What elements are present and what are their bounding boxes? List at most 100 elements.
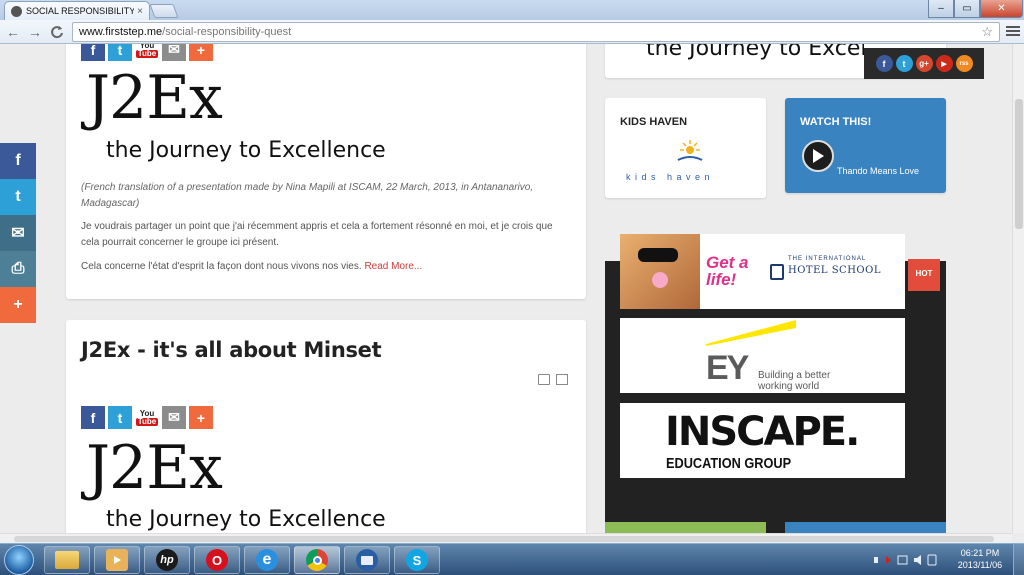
new-tab-button[interactable]	[149, 4, 179, 18]
taskbar-thunderbird[interactable]	[344, 546, 390, 574]
watch-this-title: WATCH THIS!	[800, 116, 872, 128]
address-bar[interactable]: www.firststep.me/social-responsibility-q…	[72, 22, 1000, 42]
taskbar-chrome[interactable]	[294, 546, 340, 574]
ad-photo	[620, 234, 700, 309]
twitter-icon[interactable]: t	[895, 55, 913, 72]
email-icon[interactable]: ✉	[162, 44, 186, 61]
horizontal-scroll-thumb[interactable]	[14, 536, 994, 542]
ey-tagline: Building a better working world	[758, 370, 831, 392]
reload-icon	[51, 26, 63, 39]
thunderbird-icon	[356, 549, 378, 571]
maximize-button[interactable]: ▭	[954, 0, 980, 18]
taskbar-media-player[interactable]	[94, 546, 140, 574]
site-favicon-icon	[11, 5, 22, 17]
horizontal-scrollbar[interactable]	[0, 533, 1012, 543]
print-icon[interactable]	[538, 374, 550, 385]
facebook-icon[interactable]: f	[81, 44, 105, 61]
vertical-scrollbar[interactable]	[1012, 44, 1024, 533]
j2ex-logo-subtitle: the Journey to Excellence	[106, 138, 386, 163]
browser-tab[interactable]: SOCIAL RESPONSIBILITY Q ×	[4, 1, 150, 20]
facebook-icon[interactable]: f	[81, 406, 105, 429]
post1-paragraph-2: Cela concerne l'état d'esprit la façon d…	[81, 261, 423, 272]
opera-icon: O	[206, 549, 228, 571]
play-icon	[813, 149, 824, 163]
media-player-icon	[106, 549, 128, 571]
system-clock[interactable]: 06:21 PM 2013/11/06	[952, 547, 1008, 571]
social-strip: f t g+ ▶ rss	[864, 48, 984, 79]
j2ex-logo-subtitle: the Journey to Excellence	[106, 507, 386, 532]
email-icon[interactable]: ✉	[0, 215, 36, 251]
close-window-button[interactable]: ✕	[980, 0, 1023, 18]
youtube-icon[interactable]: You Tube	[135, 406, 159, 429]
clock-time: 06:21 PM	[960, 548, 1000, 558]
tab-close-icon[interactable]: ×	[137, 6, 143, 17]
browser-toolbar: ← → www.firststep.me/social-responsibili…	[0, 20, 1024, 44]
email-icon[interactable]: ✉	[162, 406, 186, 429]
ad-hotel-school[interactable]: Get a life! THE INTERNATIONAL HOTEL SCHO…	[620, 234, 905, 309]
google-plus-icon[interactable]: g+	[915, 55, 933, 72]
youtube-icon[interactable]: You Tube	[135, 44, 159, 61]
sun-logo-icon	[677, 140, 703, 161]
post1-paragraph-1: Je voudrais partager un point que j'ai r…	[81, 221, 553, 248]
plus-icon[interactable]: +	[0, 287, 36, 323]
facebook-icon[interactable]: f	[0, 143, 36, 179]
print-icon[interactable]: ⎙	[0, 251, 36, 287]
show-desktop-button[interactable]	[1013, 544, 1024, 575]
kids-haven-title: KIDS HAVEN	[620, 116, 688, 128]
reload-button[interactable]	[48, 23, 66, 41]
chrome-icon	[306, 549, 328, 571]
tab-title: SOCIAL RESPONSIBILITY Q	[26, 6, 135, 16]
ad-hotel-small: THE INTERNATIONAL	[788, 256, 867, 262]
j2ex-logo: J2Ex	[86, 433, 223, 503]
play-button[interactable]	[802, 140, 834, 172]
plus-share-icon[interactable]: +	[189, 44, 213, 61]
tray-icons[interactable]	[872, 553, 942, 567]
hotel-crest-icon	[770, 264, 784, 280]
start-button[interactable]	[4, 545, 34, 575]
read-more-link[interactable]: Read More...	[364, 261, 422, 272]
bookmark-star-icon[interactable]: ☆	[981, 24, 993, 40]
taskbar-explorer[interactable]	[44, 546, 90, 574]
email-article-icon[interactable]	[556, 374, 568, 385]
post1-caption: (French translation of a presentation ma…	[81, 182, 534, 209]
rss-icon[interactable]: rss	[955, 55, 973, 72]
j2ex-logo: J2Ex	[86, 63, 223, 133]
menu-wrench-icon[interactable]	[1006, 24, 1020, 38]
twitter-icon[interactable]: t	[0, 179, 36, 215]
hp-icon: hp	[156, 549, 178, 571]
back-button[interactable]: ←	[4, 23, 22, 41]
plus-share-icon[interactable]: +	[189, 406, 213, 429]
twitter-icon[interactable]: t	[108, 406, 132, 429]
post1-share-row: f t You Tube ✉ +	[81, 44, 213, 61]
vertical-scroll-thumb[interactable]	[1015, 99, 1023, 229]
minimize-button[interactable]: –	[928, 0, 954, 18]
ad-hotel-tagline: Get a life!	[706, 253, 749, 289]
page-viewport: f t You Tube ✉ + J2Ex the Journey to Exce…	[0, 44, 1012, 533]
inscape-subtitle: EDUCATION GROUP	[666, 455, 792, 472]
ey-beam-icon	[706, 320, 796, 346]
youtube-icon[interactable]: ▶	[935, 55, 953, 72]
post2-share-row: f t You Tube ✉ +	[81, 406, 213, 429]
green-widget	[605, 522, 766, 533]
kids-haven-logo-text: kids haven	[626, 172, 715, 182]
facebook-icon[interactable]: f	[875, 55, 893, 72]
ad-hotel-name: HOTEL SCHOOL	[788, 265, 881, 276]
windows-taskbar: hp O e S 06:21 PM 2013/11/06	[0, 543, 1024, 575]
forward-button[interactable]: →	[26, 23, 44, 41]
ad-ey[interactable]: EY Building a better working world	[620, 318, 905, 393]
twitter-icon[interactable]: t	[108, 44, 132, 61]
taskbar-internet-explorer[interactable]: e	[244, 546, 290, 574]
video-label[interactable]: Thando Means Love	[837, 166, 919, 176]
ad-inscape[interactable]: INSCAPE. EDUCATION GROUP	[620, 403, 905, 478]
floating-share-bar: f t ✉ ⎙ +	[0, 143, 36, 323]
post2-title[interactable]: J2Ex - it's all about Minset	[81, 338, 382, 362]
skype-icon: S	[406, 549, 428, 571]
clock-date: 2013/11/06	[957, 560, 1003, 570]
url-host: www.firststep.me	[79, 26, 163, 38]
taskbar-opera[interactable]: O	[194, 546, 240, 574]
folder-icon	[55, 551, 79, 569]
url-path: /social-responsibility-quest	[162, 26, 292, 38]
hot-tag: HOT	[908, 259, 940, 291]
taskbar-skype[interactable]: S	[394, 546, 440, 574]
taskbar-hp[interactable]: hp	[144, 546, 190, 574]
